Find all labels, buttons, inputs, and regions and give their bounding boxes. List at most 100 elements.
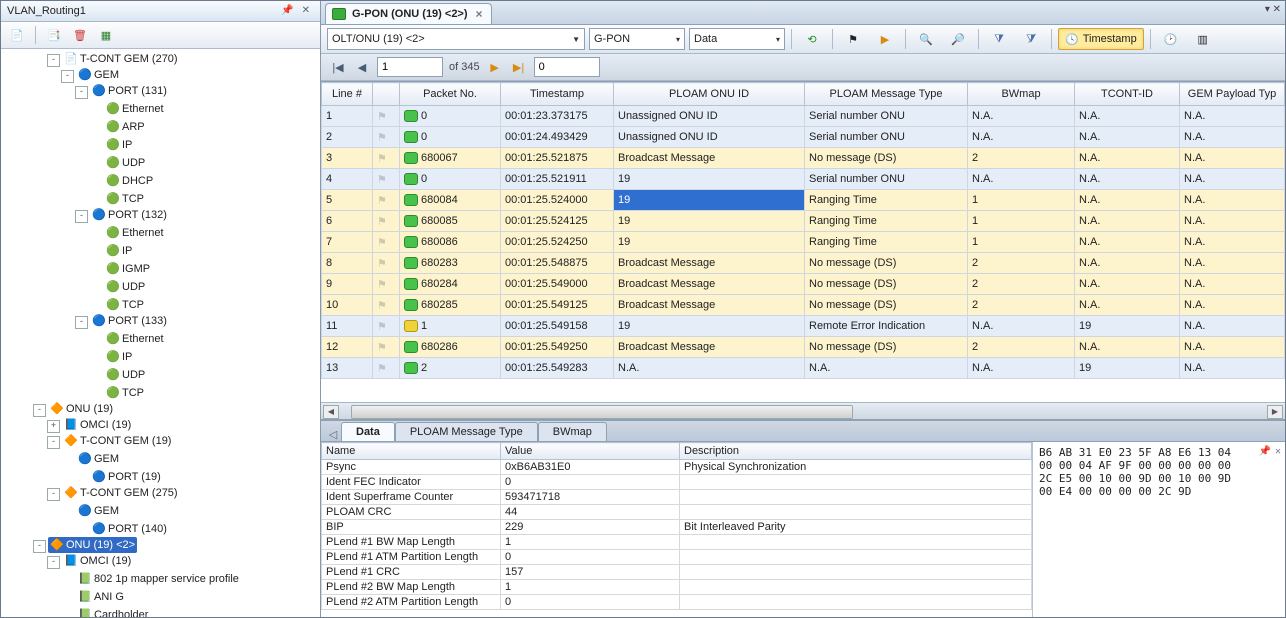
col-value[interactable]: Value <box>501 443 680 460</box>
grid-cell[interactable]: ⚑ <box>373 316 400 337</box>
timestamp-toggle[interactable]: 🕓 Timestamp <box>1058 28 1144 50</box>
table-row[interactable]: 11⚑100:01:25.54915819Remote Error Indica… <box>322 316 1285 337</box>
play-button[interactable]: ▶ <box>871 28 899 50</box>
scroll-right-icon[interactable]: ▶ <box>1267 405 1283 419</box>
grid-cell[interactable]: Broadcast Message <box>614 337 805 358</box>
grid-cell[interactable]: 19 <box>614 211 805 232</box>
grid-cell[interactable]: ⚑ <box>373 148 400 169</box>
grid-cell[interactable]: 0 <box>400 169 501 190</box>
export-excel-button[interactable]: ▦ <box>96 25 116 45</box>
refresh-button[interactable]: ⟲ <box>798 28 826 50</box>
grid-cell[interactable]: N.A. <box>1075 253 1180 274</box>
grid-cell[interactable]: Unassigned ONU ID <box>614 106 805 127</box>
tree-node[interactable]: 🟢DHCP <box>104 173 155 189</box>
grid-cell[interactable]: N.A. <box>1180 148 1285 169</box>
grid-cell[interactable]: No message (DS) <box>805 253 968 274</box>
tab-bwmap[interactable]: BWmap <box>538 422 607 441</box>
last-page-button[interactable]: ▶| <box>510 58 528 76</box>
grid-cell[interactable]: ⚑ <box>373 232 400 253</box>
tree-node[interactable]: 🔵GEM <box>76 451 121 467</box>
grid-cell[interactable]: 19 <box>614 232 805 253</box>
find-button[interactable]: 🔍 <box>912 28 940 50</box>
grid-cell[interactable]: 2 <box>968 274 1075 295</box>
grid-cell[interactable]: 00:01:25.524000 <box>501 190 614 211</box>
combo-source[interactable]: OLT/ONU (19) <2> ▼ <box>327 28 585 50</box>
tree-node[interactable]: 🔶ONU (19) <box>48 401 115 417</box>
grid-cell[interactable]: 0 <box>400 106 501 127</box>
grid-cell[interactable]: N.A. <box>968 316 1075 337</box>
grid-cell[interactable]: 00:01:25.521911 <box>501 169 614 190</box>
grid-cell[interactable]: 680084 <box>400 190 501 211</box>
table-row[interactable]: 4⚑000:01:25.52191119Serial number ONUN.A… <box>322 169 1285 190</box>
grid-cell[interactable]: N.A. <box>805 358 968 379</box>
grid-cell[interactable]: ⚑ <box>373 358 400 379</box>
grid-cell[interactable]: 680285 <box>400 295 501 316</box>
grid-cell[interactable]: 00:01:25.521875 <box>501 148 614 169</box>
table-row[interactable]: 13⚑200:01:25.549283N.A.N.A.N.A.19N.A. <box>322 358 1285 379</box>
grid-cell[interactable]: 1 <box>968 232 1075 253</box>
table-row[interactable]: 7⚑68008600:01:25.52425019Ranging Time1N.… <box>322 232 1285 253</box>
grid-cell[interactable]: ⚑ <box>373 106 400 127</box>
grid-cell[interactable]: 10 <box>322 295 373 316</box>
grid-cell[interactable]: 12 <box>322 337 373 358</box>
grid-cell[interactable]: 00:01:25.549000 <box>501 274 614 295</box>
grid-cell[interactable]: N.A. <box>1075 232 1180 253</box>
grid-column-header[interactable]: Packet No. <box>400 83 501 106</box>
grid-cell[interactable]: N.A. <box>1180 211 1285 232</box>
copy-button[interactable]: 📑 <box>44 25 64 45</box>
grid-cell[interactable]: 19 <box>614 316 805 337</box>
open-doc-button[interactable]: 📄 <box>7 25 27 45</box>
grid-cell[interactable]: 680085 <box>400 211 501 232</box>
tree-node[interactable]: 🔵PORT (140) <box>90 521 169 537</box>
pin-icon[interactable]: 📌 <box>1259 446 1271 457</box>
grid-cell[interactable]: N.A. <box>1075 337 1180 358</box>
tree-view[interactable]: -📄T-CONT GEM (270)-🔵GEM-🔵PORT (131)🟢Ethe… <box>1 49 320 617</box>
grid-cell[interactable]: No message (DS) <box>805 274 968 295</box>
property-row[interactable]: Psync0xB6AB31E0Physical Synchronization <box>322 460 1032 475</box>
tree-node[interactable]: 📗ANI G <box>76 589 126 605</box>
grid-cell[interactable]: N.A. <box>1180 106 1285 127</box>
grid-cell[interactable]: 19 <box>614 169 805 190</box>
grid-column-header[interactable]: PLOAM ONU ID <box>614 83 805 106</box>
prev-page-button[interactable]: ◀ <box>353 58 371 76</box>
grid-cell[interactable]: ⚑ <box>373 169 400 190</box>
grid-cell[interactable]: N.A. <box>968 169 1075 190</box>
grid-cell[interactable]: 3 <box>322 148 373 169</box>
filter-clear-button[interactable]: ⧩̸ <box>1017 28 1045 50</box>
grid-cell[interactable]: N.A. <box>614 358 805 379</box>
tree-node[interactable]: 🟢TCP <box>104 385 146 401</box>
tree-node[interactable]: 🟢UDP <box>104 155 147 171</box>
grid-cell[interactable]: N.A. <box>1075 127 1180 148</box>
grid-cell[interactable]: 13 <box>322 358 373 379</box>
grid-cell[interactable]: ⚑ <box>373 337 400 358</box>
grid-cell[interactable]: No message (DS) <box>805 148 968 169</box>
grid-cell[interactable]: ⚑ <box>373 211 400 232</box>
grid-cell[interactable]: 2 <box>400 358 501 379</box>
grid-cell[interactable]: Ranging Time <box>805 211 968 232</box>
grid-cell[interactable]: 00:01:23.373175 <box>501 106 614 127</box>
tab-ploam[interactable]: PLOAM Message Type <box>395 422 538 441</box>
grid-cell[interactable]: N.A. <box>1075 295 1180 316</box>
grid-column-header[interactable]: Timestamp <box>501 83 614 106</box>
property-row[interactable]: PLOAM CRC44 <box>322 505 1032 520</box>
table-row[interactable]: 5⚑68008400:01:25.52400019Ranging Time1N.… <box>322 190 1285 211</box>
grid-cell[interactable]: 6 <box>322 211 373 232</box>
grid-cell[interactable]: ⚑ <box>373 274 400 295</box>
table-row[interactable]: 8⚑68028300:01:25.548875Broadcast Message… <box>322 253 1285 274</box>
grid-cell[interactable]: 00:01:25.549283 <box>501 358 614 379</box>
tree-node[interactable]: 🟢TCP <box>104 297 146 313</box>
grid-cell[interactable]: 1 <box>968 211 1075 232</box>
table-row[interactable]: 12⚑68028600:01:25.549250Broadcast Messag… <box>322 337 1285 358</box>
tree-node[interactable]: 📗802 1p mapper service profile <box>76 571 241 587</box>
combo-mode[interactable]: G-PON ▾ <box>589 28 685 50</box>
grid-cell[interactable]: 2 <box>968 253 1075 274</box>
grid-cell[interactable]: 0 <box>400 127 501 148</box>
grid-column-header[interactable]: GEM Payload Typ <box>1180 83 1285 106</box>
grid-cell[interactable]: 8 <box>322 253 373 274</box>
grid-cell[interactable]: 11 <box>322 316 373 337</box>
property-row[interactable]: PLend #2 ATM Partition Length0 <box>322 595 1032 610</box>
grid-cell[interactable]: Remote Error Indication <box>805 316 968 337</box>
grid-cell[interactable]: N.A. <box>1180 358 1285 379</box>
scroll-left-icon[interactable]: ◀ <box>323 405 339 419</box>
grid-cell[interactable]: N.A. <box>1075 190 1180 211</box>
